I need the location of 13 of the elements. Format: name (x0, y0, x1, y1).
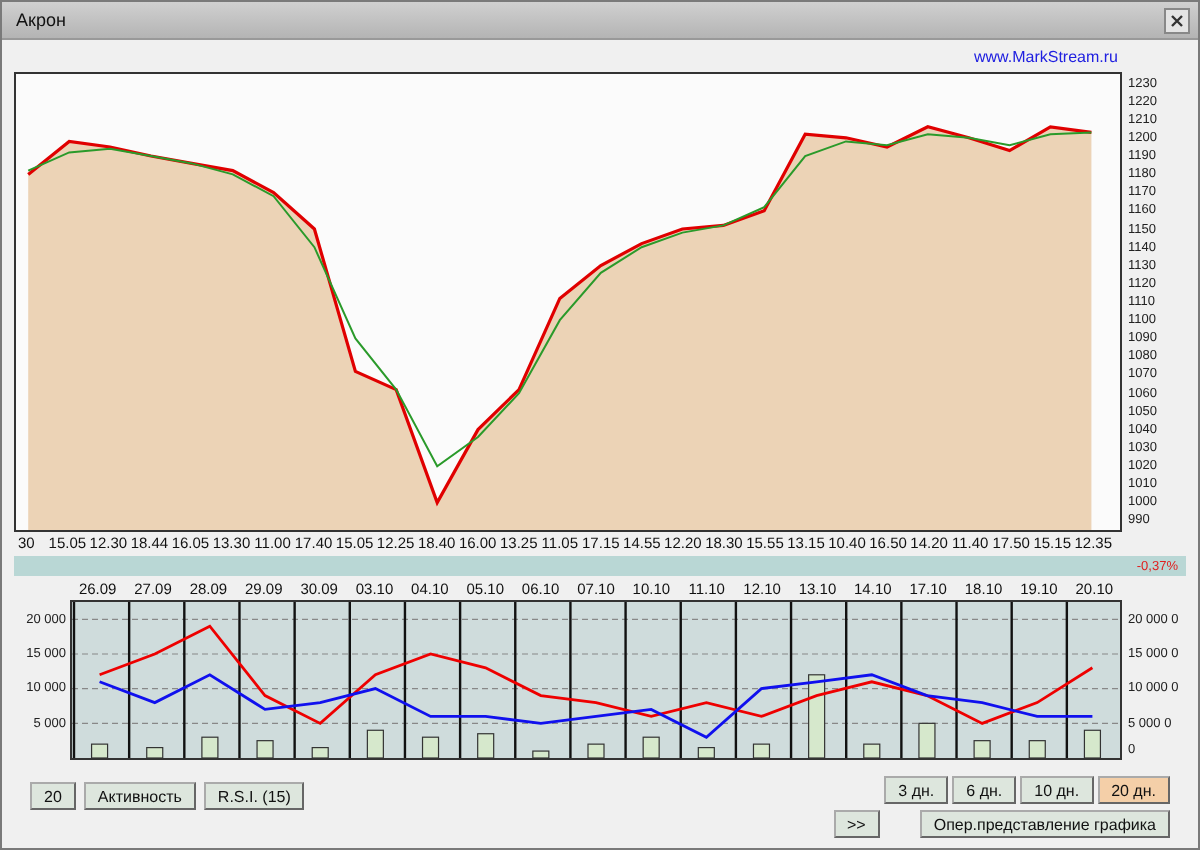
view-button[interactable]: Опер.представление графика (919, 810, 1170, 838)
window-title: Акрон (16, 10, 66, 30)
indicator-button[interactable]: 20 (30, 782, 76, 810)
period-button[interactable]: 6 дн. (952, 776, 1017, 804)
indicator-button[interactable]: R.S.I. (15) (203, 782, 305, 810)
close-icon (1170, 13, 1184, 27)
period-button[interactable]: 20 дн. (1097, 776, 1170, 804)
scroll-button[interactable]: >> (833, 810, 880, 838)
website-link[interactable]: www.MarkStream.ru (973, 47, 1118, 65)
period-button[interactable]: 3 дн. (884, 776, 949, 804)
close-button[interactable] (1164, 7, 1190, 33)
indicator-button[interactable]: Активность (83, 782, 196, 810)
period-button[interactable]: 10 дн. (1020, 776, 1094, 804)
